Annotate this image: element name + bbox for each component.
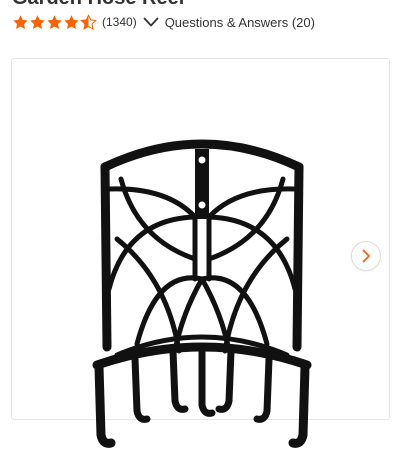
half-star-icon	[80, 13, 97, 30]
next-image-button[interactable]	[351, 241, 381, 271]
star-rating[interactable]	[12, 13, 97, 31]
star-icon	[64, 14, 79, 29]
chevron-right-icon	[362, 249, 370, 263]
star-icon	[13, 14, 28, 29]
review-count[interactable]: (1340)	[102, 15, 137, 29]
questions-answers-link[interactable]: Questions & Answers (20)	[143, 15, 315, 30]
product-image-gallery	[11, 58, 390, 448]
product-image[interactable]	[87, 129, 317, 449]
rating-row: (1340) Questions & Answers (20)	[12, 12, 315, 32]
star-icon	[30, 14, 45, 29]
product-title-clip: Garden Hose Reel	[12, 0, 392, 8]
questions-answers-label: Questions & Answers (20)	[164, 14, 315, 30]
chevron-down-icon	[143, 17, 159, 27]
product-title: Garden Hose Reel	[12, 0, 392, 8]
star-icon	[47, 14, 62, 29]
